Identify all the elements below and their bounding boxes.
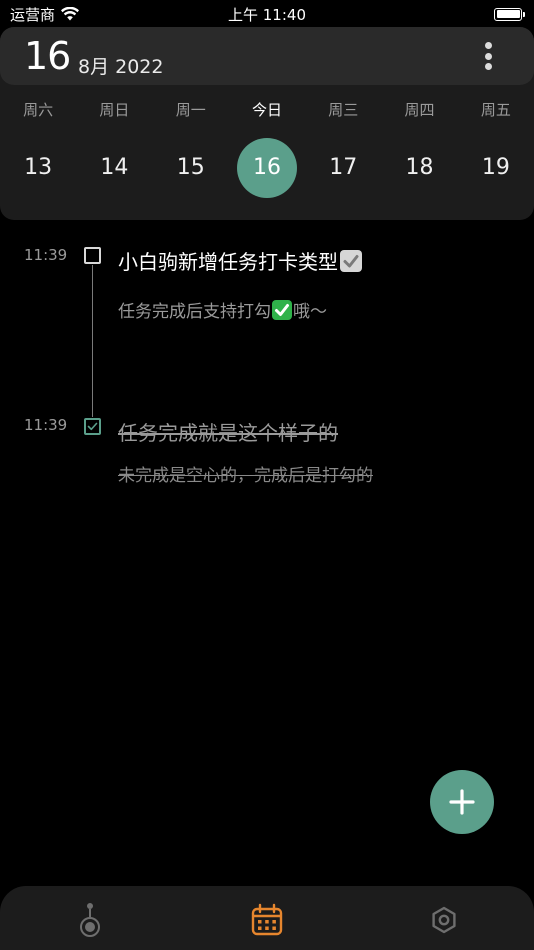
task-time: 11:39 <box>24 416 68 434</box>
task-time: 11:39 <box>24 246 68 264</box>
date-number: 13 <box>24 155 53 180</box>
battery-fill <box>496 10 520 18</box>
weekday-label: 周六 <box>23 101 54 119</box>
task-title-done[interactable]: 任务完成就是这个样子的 <box>118 417 338 446</box>
more-options-button[interactable] <box>482 40 494 72</box>
task-title-text: 小白驹新增任务打卡类型 <box>118 250 338 274</box>
green-check-icon <box>272 300 292 320</box>
task-desc-text-end: 哦～ <box>293 302 327 322</box>
task-title[interactable]: 小白驹新增任务打卡类型 <box>118 246 362 275</box>
weekday-label: 周三 <box>328 101 359 119</box>
task-desc-text: 任务完成后支持打勾 <box>118 302 271 322</box>
date-cell[interactable]: 18 <box>381 138 457 198</box>
task-description: 任务完成后支持打勾 哦～ <box>118 297 327 322</box>
date-cell-selected[interactable]: 16 <box>229 138 305 198</box>
carrier-label: 运营商 <box>10 5 56 24</box>
date-number: 14 <box>100 155 129 180</box>
calendar-icon <box>251 903 283 936</box>
status-left: 运营商 <box>10 4 80 25</box>
more-dot-icon <box>484 52 492 60</box>
current-month-year: 8月 2022 <box>78 56 164 78</box>
header-top-bar: 16 8月 2022 <box>0 27 534 85</box>
date-cell[interactable]: 13 <box>0 138 76 198</box>
calendar-header: 16 8月 2022 周六 周日 周一 今日 周三 周四 周五 13 14 15… <box>0 27 534 220</box>
more-dot-icon <box>484 63 492 70</box>
timeline-connector <box>92 265 93 417</box>
timeline-node-icon <box>80 903 100 937</box>
wifi-icon <box>61 7 80 21</box>
tab-calendar[interactable] <box>247 900 287 940</box>
task-checkbox-unchecked[interactable] <box>84 247 101 264</box>
date-cell[interactable]: 15 <box>153 138 229 198</box>
weekday-label: 周一 <box>175 101 206 119</box>
tab-bar <box>0 886 534 950</box>
check-mark-icon <box>340 250 362 272</box>
tab-timeline[interactable] <box>70 900 110 940</box>
weekday-label-today: 今日 <box>251 101 282 119</box>
date-number: 15 <box>176 155 205 180</box>
plus-icon <box>449 789 475 815</box>
date-row: 13 14 15 16 17 18 19 <box>0 138 534 198</box>
status-time: 上午 11:40 <box>228 5 306 24</box>
checkbox-check-icon <box>87 422 98 431</box>
date-cell[interactable]: 19 <box>458 138 534 198</box>
weekday-label: 周日 <box>99 101 130 119</box>
weekday-row: 周六 周日 周一 今日 周三 周四 周五 <box>0 99 534 120</box>
current-day: 16 <box>24 34 71 78</box>
date-cell[interactable]: 17 <box>305 138 381 198</box>
tab-settings[interactable] <box>424 900 464 940</box>
date-number: 19 <box>481 155 510 180</box>
more-dot-icon <box>484 42 492 49</box>
date-number-selected: 16 <box>236 138 297 198</box>
weekday-label: 周四 <box>404 101 435 119</box>
add-task-button[interactable] <box>430 770 494 834</box>
date-number: 17 <box>329 155 358 180</box>
battery-icon <box>494 7 525 21</box>
hexagon-settings-icon <box>432 906 456 934</box>
task-checkbox-checked[interactable] <box>84 418 101 435</box>
date-number: 18 <box>405 155 434 180</box>
weekday-label: 周五 <box>480 101 511 119</box>
task-description-done: 未完成是空心的，完成后是打勾的 <box>118 466 373 486</box>
date-cell[interactable]: 14 <box>76 138 152 198</box>
status-bar: 运营商 上午 11:40 <box>0 0 534 28</box>
